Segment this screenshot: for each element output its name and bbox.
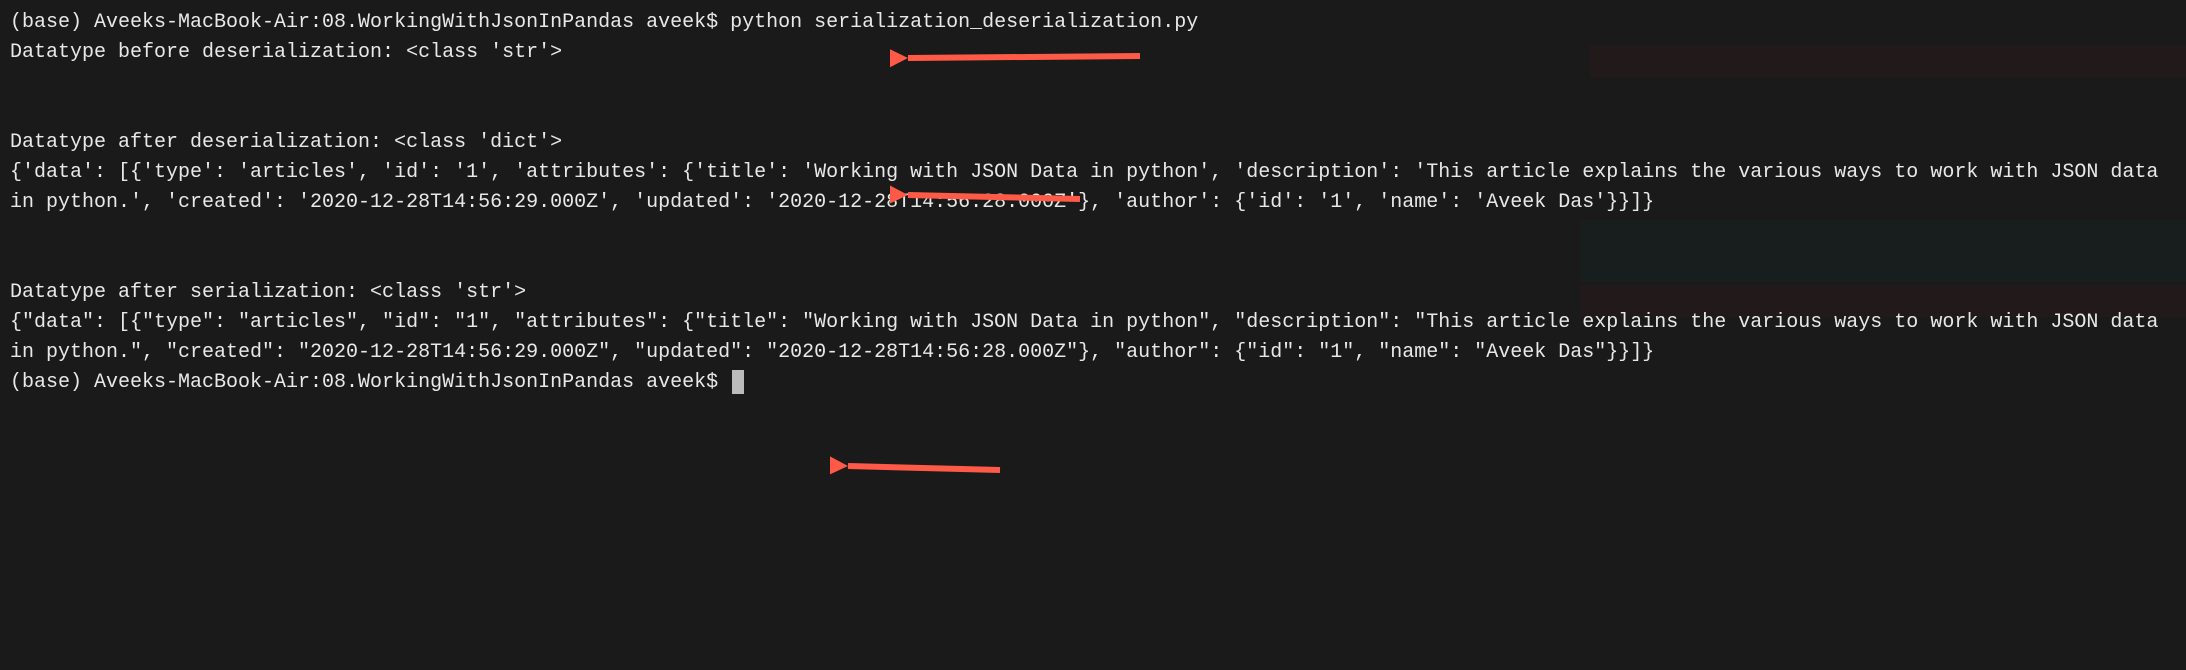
terminal-output-after-serial: Datatype after serialization: <class 'st… [10,278,2176,308]
terminal-output-dict: {'data': [{'type': 'articles', 'id': '1'… [10,158,2176,218]
blank-line [10,218,2176,278]
terminal-prompt-line: (base) Aveeks-MacBook-Air:08.WorkingWith… [10,8,2176,38]
cursor-icon [732,370,744,394]
terminal-prompt-text: (base) Aveeks-MacBook-Air:08.WorkingWith… [10,371,730,394]
terminal-prompt-line: (base) Aveeks-MacBook-Air:08.WorkingWith… [10,368,2176,398]
terminal-output-after-deserial: Datatype after deserialization: <class '… [10,128,2176,158]
blank-line [10,68,2176,128]
terminal-output-before-deserial: Datatype before deserialization: <class … [10,38,2176,68]
terminal-output-json: {"data": [{"type": "articles", "id": "1"… [10,308,2176,368]
arrow-annotation-icon [830,448,1010,478]
